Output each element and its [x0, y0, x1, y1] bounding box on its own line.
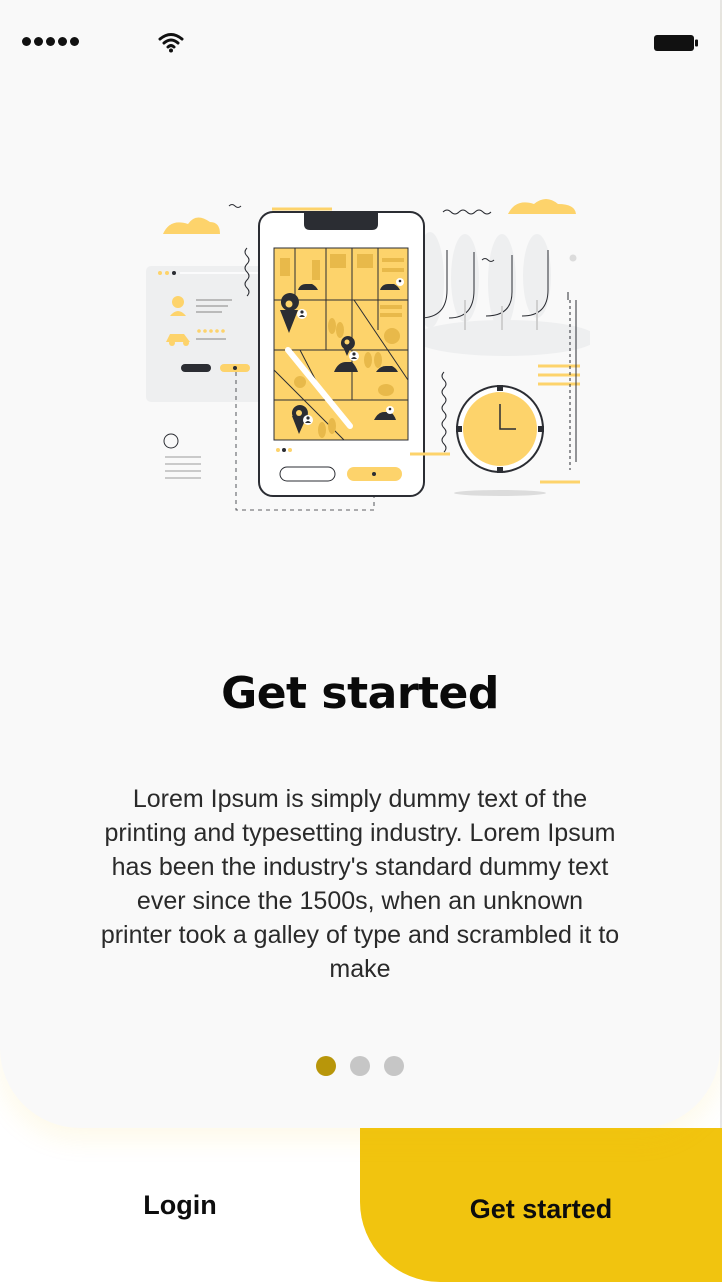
battery-icon: [654, 35, 698, 51]
onboarding-card: Get started Lorem Ipsum is simply dummy …: [0, 0, 720, 1128]
get-started-button[interactable]: Get started: [360, 1154, 722, 1264]
status-bar: [0, 0, 720, 80]
onboarding-description: Lorem Ipsum is simply dummy text of the …: [100, 785, 620, 983]
login-button[interactable]: Login: [0, 1150, 360, 1260]
page-indicator-dot-1[interactable]: [316, 1056, 336, 1076]
phone-map-illustration: [146, 199, 590, 511]
page-indicator-dot-2[interactable]: [350, 1056, 370, 1076]
signal-dots-icon: [22, 37, 79, 46]
page-indicator-dot-3[interactable]: [384, 1056, 404, 1076]
wifi-icon: [158, 33, 184, 53]
page-title: Get started: [221, 668, 499, 719]
page-indicator: [316, 1056, 404, 1076]
